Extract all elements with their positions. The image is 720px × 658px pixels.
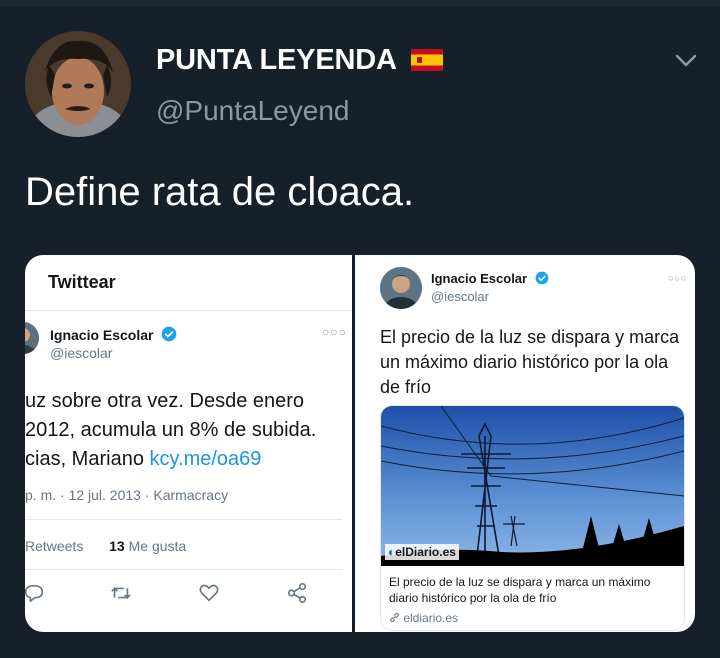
quoted-tweet-body-right: El precio de la luz se dispara y marca u… bbox=[380, 327, 680, 397]
quoted-author-name: Ignacio Escolar bbox=[50, 326, 177, 343]
likes-count: 13 bbox=[109, 538, 125, 554]
chevron-down-icon[interactable] bbox=[673, 50, 699, 70]
share-icon[interactable] bbox=[286, 582, 308, 604]
meta-divider bbox=[25, 519, 342, 520]
left-screenshot-image[interactable]: Twittear Ignacio Escolar @iescolar ○○○ u… bbox=[25, 255, 352, 632]
quoted-author-name-text: Ignacio Escolar bbox=[50, 327, 154, 343]
link-domain-text: eldiario.es bbox=[403, 611, 459, 625]
right-screenshot-image[interactable]: Ignacio Escolar @iescolar ○○○ El precio … bbox=[355, 255, 695, 632]
author-display-name[interactable]: PUNTA LEYENDA bbox=[156, 44, 444, 77]
source-name: elDiario.es bbox=[395, 545, 456, 559]
likes-label[interactable]: Me gusta bbox=[129, 538, 187, 554]
header-divider bbox=[25, 310, 352, 311]
more-dots-icon[interactable]: ○○○ bbox=[668, 273, 687, 283]
body-line-1: uz sobre otra vez. Desde enero bbox=[25, 390, 305, 412]
body-line-3: cias, Mariano kcy.me/oa69 bbox=[25, 445, 352, 474]
verified-badge-icon bbox=[162, 326, 177, 342]
body-line-2: 2012, acumula un 8% de subida. bbox=[25, 419, 317, 441]
engagement-counts: Retweets 13 Me gusta bbox=[25, 538, 186, 554]
reply-icon[interactable] bbox=[25, 582, 45, 604]
author-handle[interactable]: @PuntaLeyend bbox=[156, 95, 349, 127]
body-line-3-text: cias, Mariano bbox=[25, 448, 150, 470]
quoted-author-avatar bbox=[25, 322, 39, 354]
counts-divider bbox=[25, 569, 342, 570]
tweet-meta: p. m. · 12 jul. 2013 · Karmacracy bbox=[25, 487, 229, 503]
link-domain: eldiario.es bbox=[389, 611, 458, 625]
quoted-author-avatar-right bbox=[380, 267, 422, 309]
tweet-text: Define rata de cloaca. bbox=[25, 170, 415, 214]
top-divider bbox=[0, 0, 720, 6]
quoted-author-handle-right: @iescolar bbox=[431, 289, 489, 304]
retweet-icon[interactable] bbox=[109, 582, 133, 604]
display-name-text: PUNTA LEYENDA bbox=[156, 44, 396, 76]
retweets-label[interactable]: Retweets bbox=[25, 538, 83, 554]
quoted-author-handle: @iescolar bbox=[50, 345, 113, 361]
quoted-author-name-right-text: Ignacio Escolar bbox=[431, 271, 528, 286]
author-avatar[interactable] bbox=[25, 31, 131, 137]
quoted-author-name-right: Ignacio Escolar bbox=[431, 271, 549, 286]
heart-icon[interactable] bbox=[198, 582, 220, 604]
source-badge: ◐elDiario.es bbox=[385, 544, 459, 560]
link-icon bbox=[390, 612, 399, 623]
more-dots-icon[interactable]: ○○○ bbox=[322, 325, 347, 339]
spain-flag-icon bbox=[411, 49, 444, 71]
quoted-tweet-body: uz sobre otra vez. Desde enero 2012, acu… bbox=[25, 387, 352, 474]
tweet-actions bbox=[25, 582, 352, 612]
verified-badge-icon bbox=[535, 271, 549, 285]
tweet-link[interactable]: kcy.me/oa69 bbox=[150, 448, 262, 470]
tweet-header-title: Twittear bbox=[48, 272, 116, 292]
power-line-photo bbox=[381, 406, 684, 566]
link-preview-card[interactable]: ◐elDiario.es El precio de la luz se disp… bbox=[380, 405, 685, 631]
link-title: El precio de la luz se dispara y marca u… bbox=[389, 575, 651, 605]
